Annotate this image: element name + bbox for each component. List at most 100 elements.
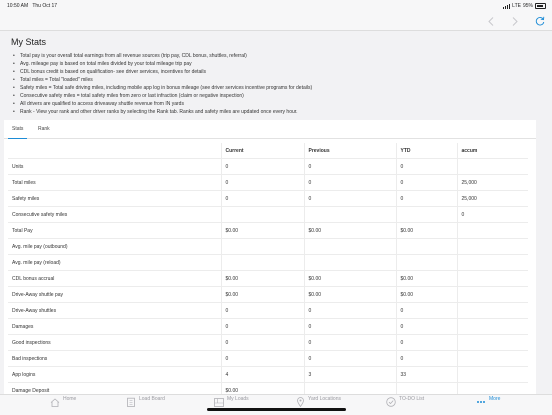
info-item: Total pay is your overall total earnings… — [11, 52, 531, 60]
stats-table: Current Previous YTD accum Units 0 0 0 Total… — [8, 143, 528, 394]
tabbar-label: Home — [63, 396, 77, 402]
info-item: Avg. mileage pay is based on total miles… — [11, 60, 531, 68]
tabbar-label: Yard Locations — [308, 396, 341, 402]
value-cell: 0 — [220, 318, 304, 335]
value-cell — [220, 206, 304, 223]
table-row: Good inspections 0 0 0 — [8, 334, 528, 351]
value-cell: 0 — [303, 334, 396, 351]
header-cell: accum — [456, 143, 528, 159]
checklist-icon — [386, 397, 396, 407]
battery-icon — [535, 3, 546, 9]
value-cell: $0.00 — [220, 270, 304, 287]
tabbar-more[interactable]: More — [476, 396, 500, 407]
value-cell: 0 — [395, 174, 457, 191]
row-label: Total Pay — [12, 227, 33, 234]
row-label: Bad inspections — [12, 355, 48, 362]
tab-stats[interactable]: Stats — [7, 126, 28, 140]
value-cell — [456, 286, 528, 303]
header-cell: YTD — [395, 143, 457, 159]
value-cell — [456, 366, 528, 383]
forward-button[interactable] — [508, 14, 522, 28]
info-list: Total pay is your overall total earnings… — [11, 52, 531, 116]
table-row: Bad inspections 0 0 0 — [8, 350, 528, 367]
value-cell — [303, 382, 396, 394]
table-body: Units 0 0 0 Total miles 0 0 0 25,000 Safety miles… — [8, 158, 528, 394]
value-cell: $0.00 — [220, 222, 304, 239]
table-row: Drive-Away shuttle pay $0.00 $0.00 $0.00 — [8, 286, 528, 303]
table-row: Damage Deposit $0.00 — [8, 382, 528, 394]
value-cell — [456, 318, 528, 335]
row-label: App logins — [12, 371, 36, 378]
row-label: Good inspections — [12, 339, 51, 346]
tabbar-todo-list[interactable]: TO-DO List — [386, 396, 425, 407]
tabbar-home[interactable]: Home — [50, 396, 77, 407]
status-bar: 10:50 AM Thu Oct 17 LTE 95% — [0, 0, 552, 12]
value-cell: 0 — [220, 302, 304, 319]
tab-strip: Stats Rank — [4, 120, 536, 140]
table-row: Avg. mile pay (outbound) — [8, 238, 528, 255]
tabbar-label: TO-DO List — [399, 396, 425, 402]
page-title: My Stats — [11, 37, 47, 47]
table-row: Safety miles 0 0 0 25,000 — [8, 190, 528, 207]
status-indicators: LTE 95% — [503, 3, 546, 9]
value-cell — [395, 382, 457, 394]
signal-icon — [503, 4, 511, 9]
value-cell — [456, 254, 528, 271]
value-cell: $0.00 — [395, 222, 457, 239]
value-cell — [456, 270, 528, 287]
value-cell — [456, 350, 528, 367]
header-cell: Previous — [303, 143, 396, 159]
value-cell — [220, 254, 304, 271]
refresh-button[interactable] — [533, 14, 547, 28]
value-cell: $0.00 — [220, 382, 304, 394]
tabbar-load-board[interactable]: Load Board — [126, 396, 165, 407]
row-label: Consecutive safety miles — [12, 211, 68, 218]
refresh-icon — [535, 16, 545, 26]
stats-card: Stats Rank Current Previous YTD accum Un… — [4, 120, 536, 394]
tabbar-yard-locations[interactable]: Yard Locations — [295, 396, 341, 407]
tab-rank[interactable]: Rank — [38, 126, 50, 132]
value-cell: $0.00 — [395, 270, 457, 287]
location-pin-icon — [295, 397, 305, 407]
table-row: CDL bonus accrual $0.00 $0.00 $0.00 — [8, 270, 528, 287]
value-cell: 0 — [456, 206, 528, 223]
home-indicator — [207, 408, 346, 411]
more-dots-icon — [476, 397, 486, 407]
info-item: Safety miles = Total safe driving miles,… — [11, 84, 531, 92]
value-cell: 0 — [303, 350, 396, 367]
tabbar-label: My Loads — [227, 396, 249, 402]
value-cell: 0 — [220, 190, 304, 207]
chevron-left-icon — [488, 16, 494, 26]
row-label: CDL bonus accrual — [12, 275, 55, 282]
table-row: Total Pay $0.00 $0.00 $0.00 — [8, 222, 528, 239]
value-cell — [303, 254, 396, 271]
row-label: Drive-Away shuttle pay — [12, 291, 64, 298]
value-cell: $0.00 — [395, 286, 457, 303]
table-row: Consecutive safety miles 0 — [8, 206, 528, 223]
row-label: Damage Deposit — [12, 387, 50, 394]
header-cell: Current — [220, 143, 304, 159]
value-cell — [303, 238, 396, 255]
info-item: CDL bonus credit is based on qualificati… — [11, 68, 531, 76]
value-cell: 25,000 — [456, 174, 528, 191]
value-cell: 0 — [395, 190, 457, 207]
clipboard-icon — [126, 397, 136, 407]
value-cell — [395, 238, 457, 255]
value-cell — [456, 158, 528, 175]
tabbar-my-loads[interactable]: My Loads — [214, 396, 249, 407]
navigation-bar — [0, 12, 552, 31]
table-row: App logins 4 3 33 — [8, 366, 528, 383]
value-cell: 0 — [395, 334, 457, 351]
info-item: Rank - View your rank and other driver r… — [11, 108, 531, 116]
info-item: Consecutive safety miles = total safety … — [11, 92, 531, 100]
network-label: LTE — [512, 3, 521, 9]
status-date: Thu Oct 17 — [32, 3, 58, 9]
value-cell — [456, 382, 528, 394]
value-cell: 0 — [395, 350, 457, 367]
value-cell — [456, 334, 528, 351]
value-cell — [395, 206, 457, 223]
battery-percent: 95% — [522, 3, 533, 9]
value-cell: 0 — [395, 302, 457, 319]
header-cell — [8, 143, 221, 159]
back-button[interactable] — [484, 14, 498, 28]
